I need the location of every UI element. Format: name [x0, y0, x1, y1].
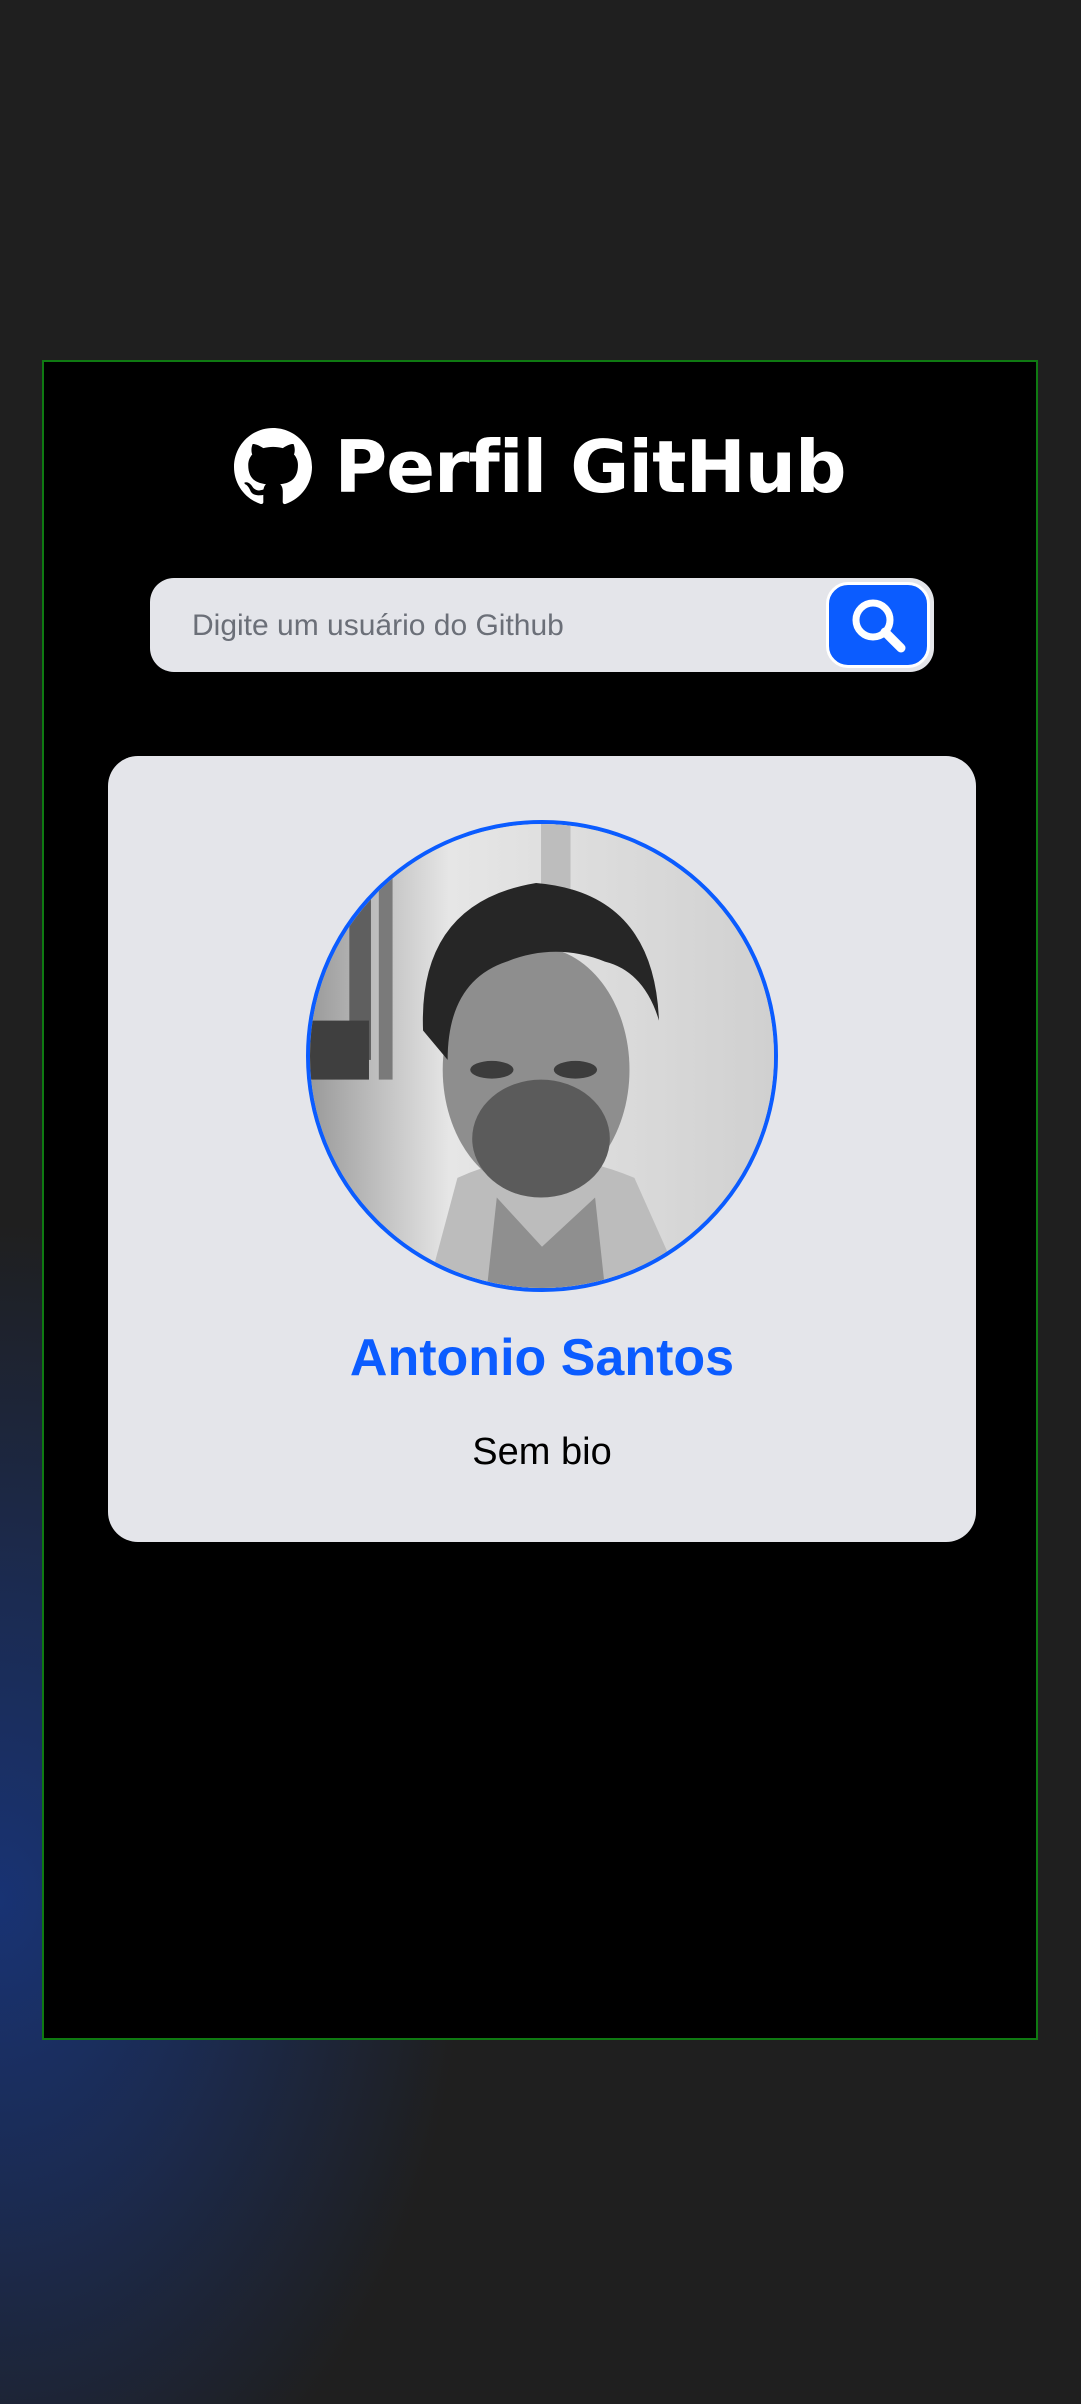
- search-input[interactable]: [190, 578, 794, 674]
- avatar-photo: [310, 824, 774, 1288]
- avatar: [306, 820, 778, 1292]
- github-icon: [234, 428, 313, 505]
- profile-name: Antonio Santos: [349, 1329, 735, 1387]
- search-bar: [150, 578, 934, 674]
- app-header: Perfil GitHub: [44, 422, 1036, 512]
- page-title: Perfil GitHub: [334, 425, 846, 509]
- search-button[interactable]: [826, 582, 930, 668]
- profile-bio: Sem bio: [472, 1431, 612, 1473]
- profile-card: Antonio Santos Sem bio: [108, 756, 976, 1542]
- app-container: Perfil GitHub Digite um usuário do Githu…: [42, 360, 1038, 2040]
- search-icon: [852, 599, 906, 653]
